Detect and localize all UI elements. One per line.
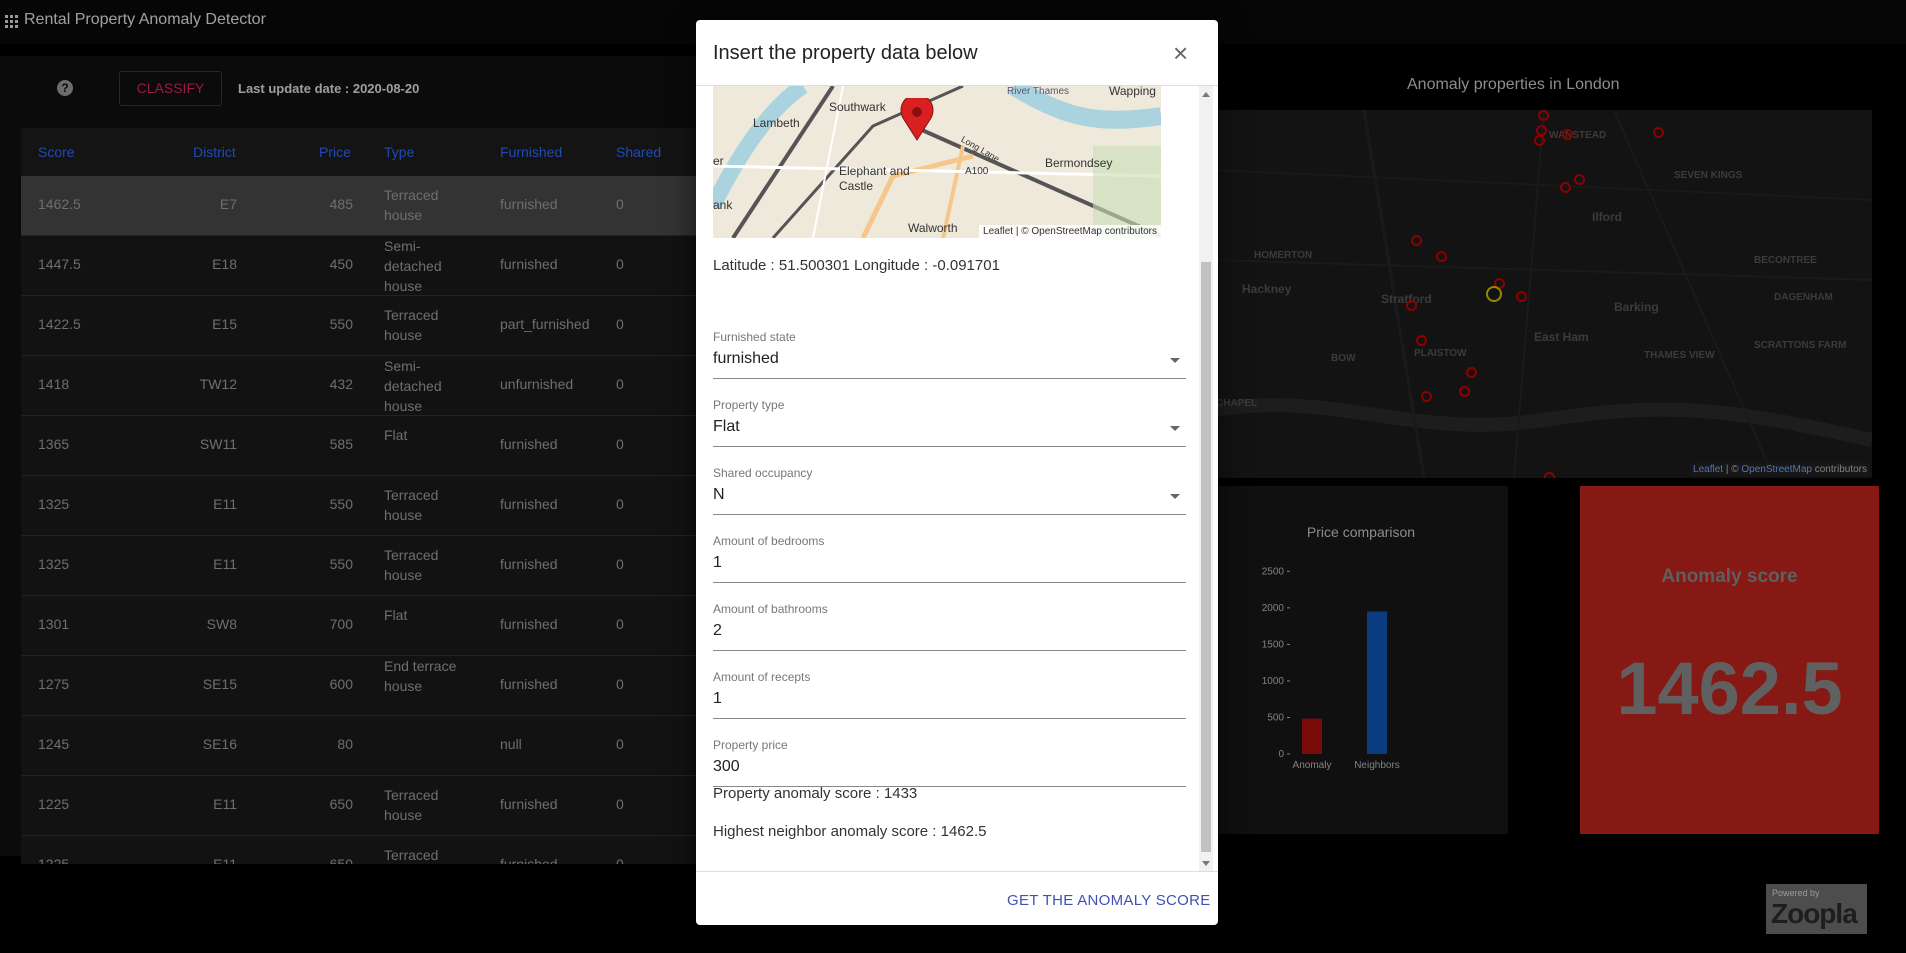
field-value[interactable]: 1 [713,554,722,572]
input-amount-of-bedrooms[interactable]: Amount of bedrooms 1 [713,534,1186,583]
field-label: Amount of bathrooms [713,602,828,616]
field-value[interactable]: Flat [713,418,740,436]
field-value[interactable]: 300 [713,758,740,776]
dialog-body: River Thames Wapping Southwark Lambeth E… [696,85,1218,872]
map-label: Walworth [908,221,958,235]
map-label: Southwark [829,100,886,114]
dropdown-arrow-icon[interactable] [1170,494,1180,499]
field-value[interactable]: N [713,486,725,504]
field-value[interactable]: furnished [713,350,779,368]
property-anomaly-score: Property anomaly score : 1433 [713,785,918,802]
field-label: Furnished state [713,330,796,344]
highest-neighbor-score: Highest neighbor anomaly score : 1462.5 [713,823,987,840]
field-value[interactable]: 2 [713,622,722,640]
dialog-scrollbar[interactable] [1199,86,1213,872]
select-shared-occupancy[interactable]: Shared occupancy N [713,466,1186,515]
map-pin-icon[interactable] [897,98,937,142]
select-property-type[interactable]: Property type Flat [713,398,1186,447]
location-picker-map[interactable]: River Thames Wapping Southwark Lambeth E… [713,86,1161,238]
property-data-dialog: Insert the property data below × River T… [696,20,1218,925]
field-label: Property price [713,738,788,752]
map-label: A100 [965,166,989,177]
scroll-thumb[interactable] [1201,262,1211,852]
input-property-price[interactable]: Property price 300 [713,738,1186,787]
select-furnished-state[interactable]: Furnished state furnished [713,330,1186,379]
map-label: Lambeth [753,116,800,130]
input-amount-of-bathrooms[interactable]: Amount of bathrooms 2 [713,602,1186,651]
field-label: Property type [713,398,785,412]
dialog-footer: GET THE ANOMALY SCORE [696,871,1218,926]
map-label: ank [713,198,733,212]
field-value[interactable]: 1 [713,690,722,708]
map-label: er [713,154,724,168]
picker-map-attribution: Leaflet | © OpenStreetMap contributors [979,225,1161,238]
input-amount-of-recepts[interactable]: Amount of recepts 1 [713,670,1186,719]
field-label: Shared occupancy [713,466,813,480]
dialog-title: Insert the property data below [713,42,978,64]
map-label: Elephant and Castle [839,164,910,193]
map-label: River Thames [1007,86,1070,97]
field-label: Amount of bedrooms [713,534,825,548]
map-label: Bermondsey [1045,156,1113,170]
dropdown-arrow-icon[interactable] [1170,426,1180,431]
field-label: Amount of recepts [713,670,811,684]
close-icon[interactable]: × [1173,40,1188,66]
coordinates-readout: Latitude : 51.500301 Longitude : -0.0917… [713,257,1000,274]
scroll-up-icon[interactable] [1202,92,1210,97]
dropdown-arrow-icon[interactable] [1170,358,1180,363]
scroll-down-icon[interactable] [1202,861,1210,866]
map-label: Wapping [1109,86,1156,98]
get-anomaly-score-button[interactable]: GET THE ANOMALY SCORE [1007,892,1211,909]
